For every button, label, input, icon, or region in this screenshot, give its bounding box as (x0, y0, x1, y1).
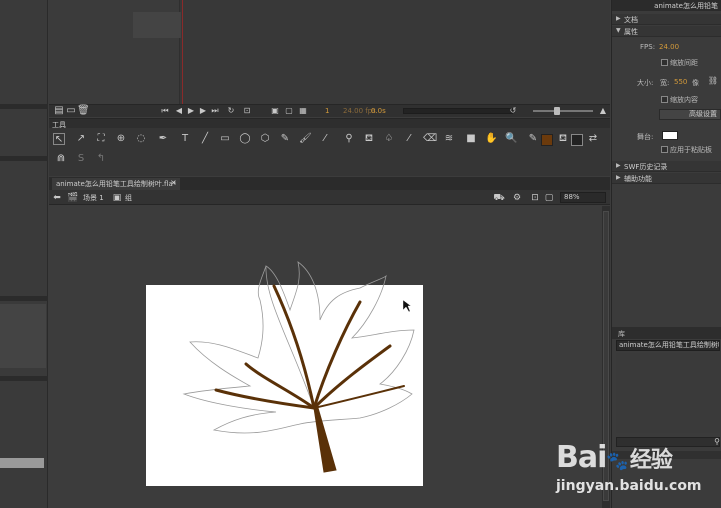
link-icon[interactable]: ⛓ (707, 75, 719, 87)
collapsed-triangle-icon: ▶ (616, 15, 621, 22)
collapsed-triangle-icon: ▶ (616, 162, 621, 169)
right-panel-titlebar: animate怎么用铅笔 (612, 0, 721, 11)
expanded-triangle-icon: ▼ (616, 27, 621, 34)
scale-content-checkbox[interactable] (661, 96, 668, 103)
width-value[interactable]: 550 (674, 78, 687, 86)
apply-pasteboard-label: 应用于粘贴板 (670, 146, 712, 154)
watermark-brand-cn: 经验 (629, 448, 673, 473)
watermark-brand: Bai🐾经验 (556, 440, 673, 475)
stage-label: 舞台: (637, 133, 654, 141)
section-swf-history-label: SWF历史记录 (624, 163, 668, 171)
watermark-url: jingyan.baidu.com (556, 478, 702, 494)
section-properties[interactable]: ▼ 属性 (612, 26, 721, 37)
section-accessibility-label: 辅助功能 (624, 175, 652, 183)
section-swf-history[interactable]: ▶ SWF历史记录 (612, 161, 721, 172)
section-accessibility[interactable]: ▶ 辅助功能 (612, 173, 721, 184)
library-document-select[interactable]: animate怎么用铅笔工具绘制树叶 (616, 340, 720, 351)
library-list[interactable] (616, 353, 720, 433)
scale-content-label: 缩放内容 (670, 96, 698, 104)
section-properties-label: 属性 (624, 28, 638, 36)
height-prefix: 像 (692, 79, 699, 87)
size-label: 大小: (637, 79, 654, 87)
app-title: animate怎么用铅笔 (654, 2, 718, 10)
mouse-cursor-icon (402, 299, 412, 313)
apply-pasteboard-checkbox[interactable] (661, 146, 668, 153)
fps-value[interactable]: 24.00 (659, 43, 679, 51)
watermark-brand-text: Bai (556, 440, 607, 475)
advanced-settings-button[interactable]: 高级设置 (659, 109, 721, 120)
library-tab-bar: 库 (612, 327, 721, 339)
fps-label: FPS: (640, 43, 656, 51)
section-document[interactable]: ▶ 文档 (612, 14, 721, 25)
library-tab[interactable]: 库 (618, 329, 625, 339)
collapsed-triangle-icon: ▶ (616, 174, 621, 181)
scale-spans-label: 缩放间距 (670, 59, 698, 67)
section-document-label: 文档 (624, 16, 638, 24)
scale-spans-checkbox[interactable] (661, 59, 668, 66)
watermark: Bai🐾经验 jingyan.baidu.com (556, 432, 716, 502)
width-prefix: 宽: (660, 79, 670, 87)
stage-color-swatch[interactable] (662, 131, 678, 140)
paw-icon: 🐾 (606, 451, 628, 472)
leaf-veins (214, 284, 405, 473)
